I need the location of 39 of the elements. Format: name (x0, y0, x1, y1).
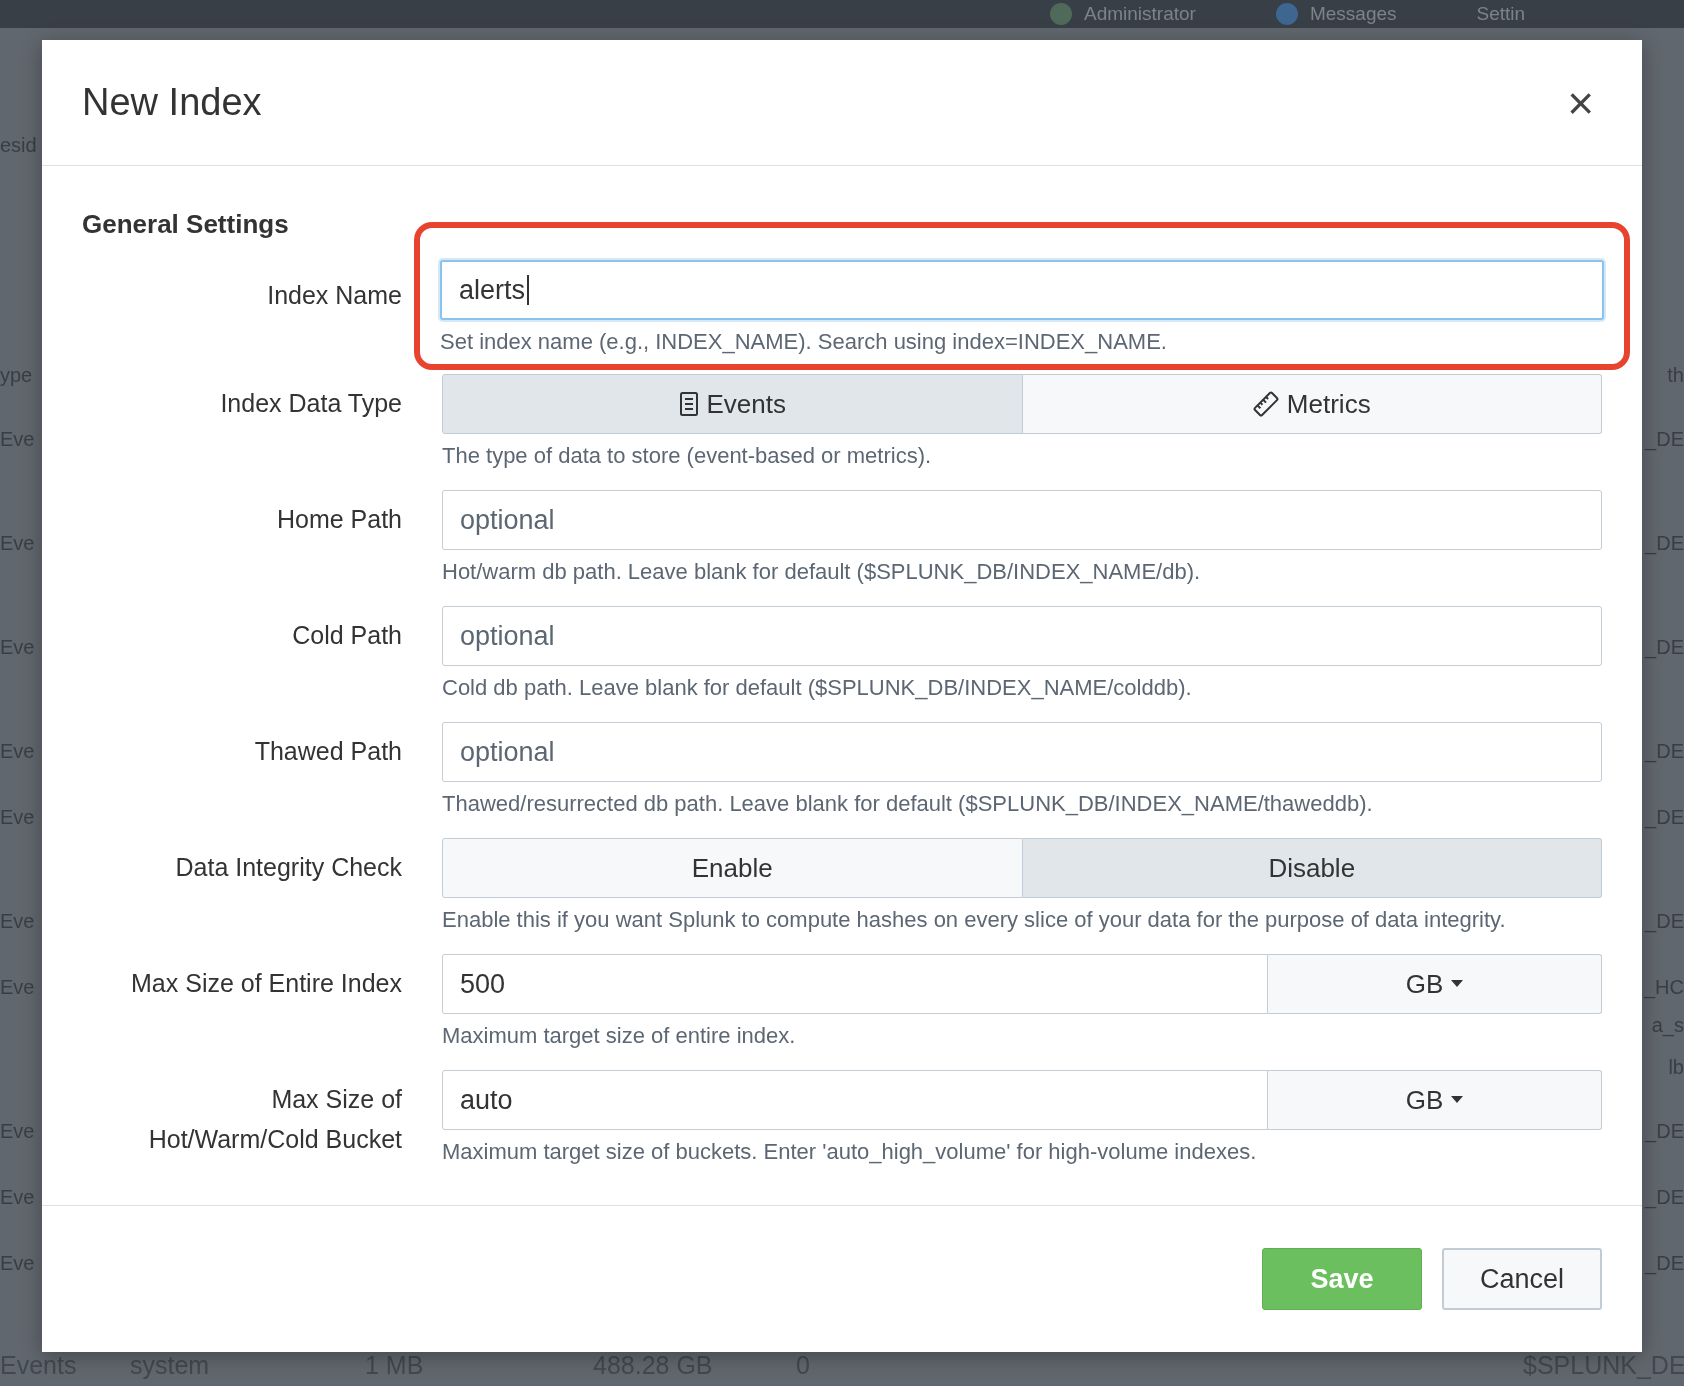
field-label: Max Size of Entire Index (130, 968, 402, 999)
dialog-title: New Index (82, 81, 262, 124)
help-text: Cold db path. Leave blank for default ($SPLUNK_DB/INDEX_NAME/colddb). (442, 674, 1193, 702)
unit-dropdown[interactable]: GB (1268, 1070, 1602, 1130)
field-label: Data Integrity Check (174, 852, 402, 883)
help-text: Thawed/resurrected db path. Leave blank for default ($SPLUNK_DB/INDEX_NAME/thaweddb). (442, 790, 1374, 818)
ruler-icon (1252, 391, 1279, 417)
toggle-option[interactable]: Metrics (1022, 374, 1602, 434)
status-dot-icon (1275, 3, 1298, 25)
field-label: Index Data Type (219, 388, 402, 419)
help-text: Maximum target size of entire index. (442, 1022, 797, 1050)
field-label: Max Size of Hot/Warm/Cold Bucket (147, 1084, 402, 1155)
toggle-option[interactable]: Enable (442, 838, 1023, 898)
text-cursor (527, 275, 530, 305)
text-field[interactable]: auto (442, 1070, 1268, 1130)
toggle-option[interactable]: Events (442, 374, 1023, 434)
field-label: Cold Path (291, 620, 402, 651)
status-dot-icon (1050, 3, 1072, 25)
text-field[interactable]: 500 (442, 954, 1268, 1014)
section-heading: General Settings (82, 209, 290, 240)
cancel-button[interactable]: Cancel (1442, 1248, 1602, 1310)
help-text: Enable this if you want Splunk to compute hashes on every slice of your data for the purpose of data integrity. (442, 906, 1507, 934)
field-label: Index Name (266, 280, 402, 311)
close-button[interactable]: × (1567, 79, 1594, 126)
field-label: Home Path (275, 504, 402, 535)
help-text: Hot/warm db path. Leave blank for default ($SPLUNK_DB/INDEX_NAME/db). (442, 558, 1202, 586)
text-field[interactable]: alerts (440, 260, 1604, 320)
document-icon (678, 392, 699, 416)
text-field[interactable]: optional (442, 722, 1602, 782)
toggle-option[interactable]: Disable (1022, 838, 1602, 898)
unit-dropdown[interactable]: GB (1268, 954, 1602, 1014)
help-text: Set index name (e.g., INDEX_NAME). Search using index=INDEX_NAME. (440, 328, 1168, 356)
text-field[interactable]: optional (442, 606, 1602, 666)
caret-icon (1451, 1096, 1464, 1104)
caret-icon (1451, 980, 1464, 988)
field-label: Thawed Path (253, 736, 402, 767)
help-text: The type of data to store (event-based or metrics). (442, 442, 933, 470)
help-text: Maximum target size of buckets. Enter 'auto_high_volume' for high-volume indexes. (442, 1138, 1258, 1166)
text-field[interactable]: optional (442, 490, 1602, 550)
